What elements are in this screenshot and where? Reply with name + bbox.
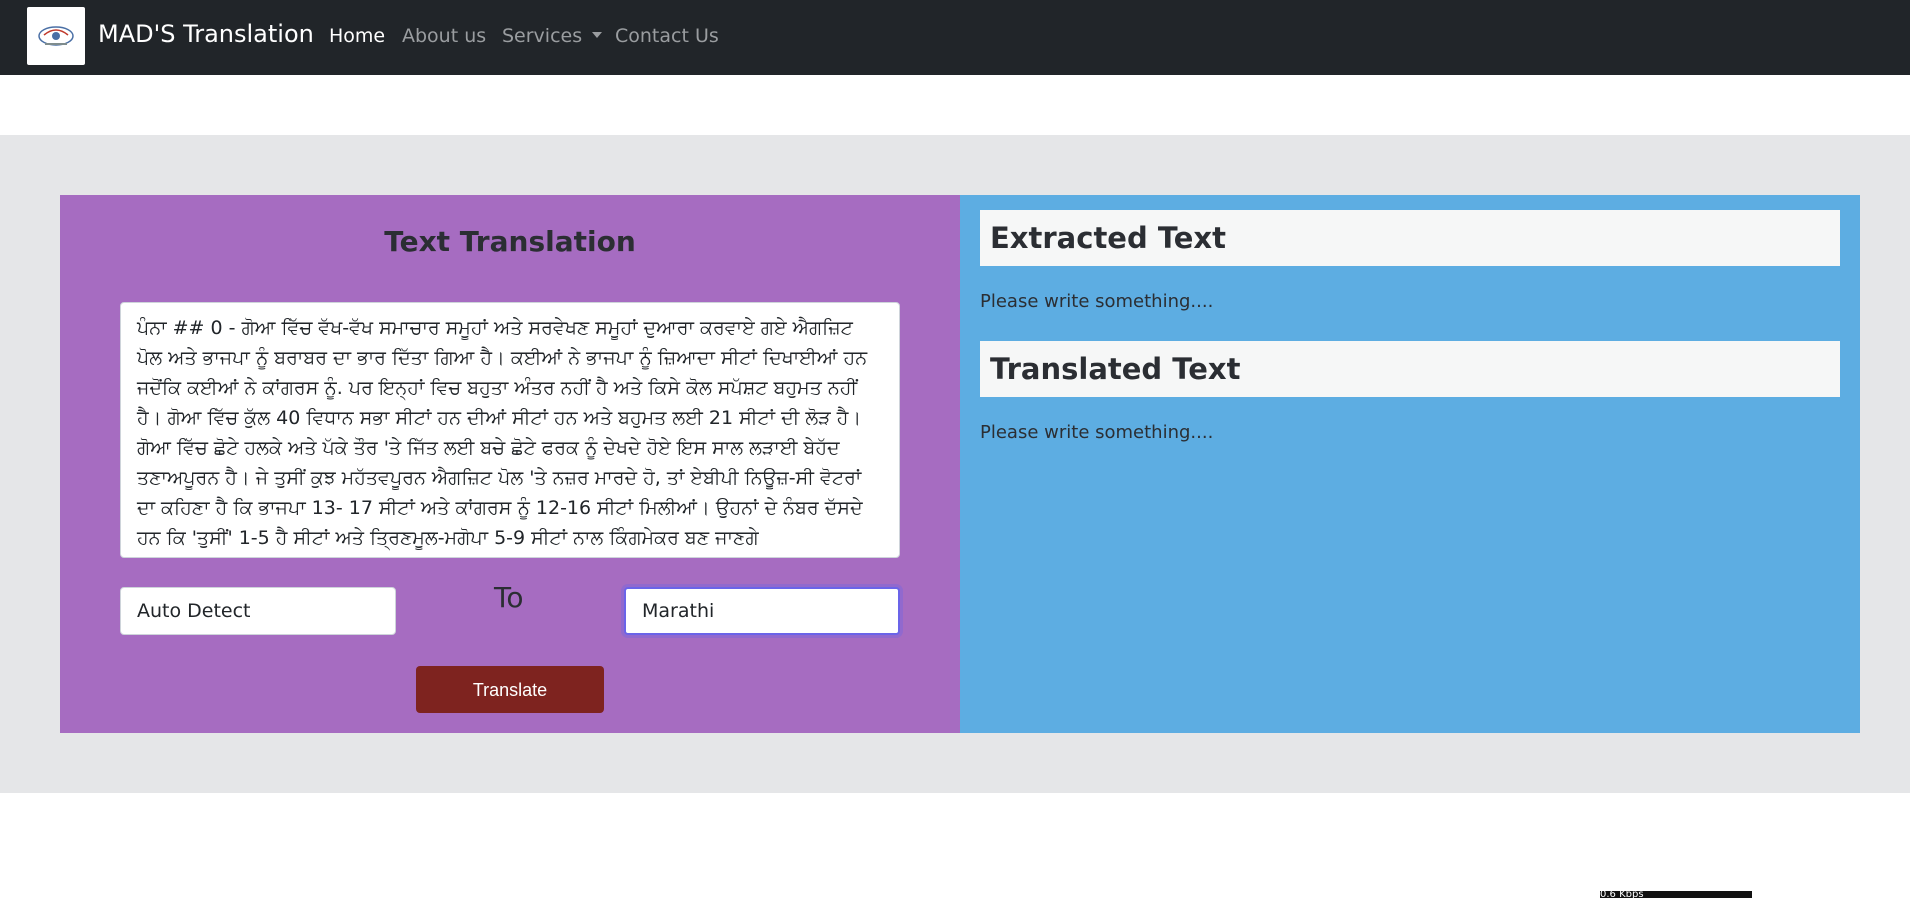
nav-about-us[interactable]: About us (402, 25, 486, 47)
nav-contact-us[interactable]: Contact Us (615, 25, 719, 47)
translated-text-output: Please write something.... (980, 422, 1214, 443)
extracted-text-output: Please write something.... (980, 291, 1214, 312)
from-language-select[interactable]: Auto Detect (120, 587, 396, 635)
to-label: To (494, 581, 524, 614)
top-navbar: MAD'S Translation Home About us Services… (0, 0, 1910, 75)
panel-title: Text Translation (384, 225, 636, 258)
brand-name[interactable]: MAD'S Translation (98, 20, 314, 48)
logo-icon (38, 26, 74, 46)
results-panel: Extracted Text Please write something...… (960, 195, 1860, 733)
nav-services-label: Services (502, 25, 583, 47)
to-language-select[interactable]: Marathi (624, 587, 900, 635)
source-text-input[interactable]: ਪੰਨਾ ## 0 - ਗੋਆ ਵਿੱਚ ਵੱਖ-ਵੱਖ ਸਮਾਚਾਰ ਸਮੂਹ… (120, 302, 900, 558)
extracted-text-heading: Extracted Text (980, 210, 1840, 266)
nav-services[interactable]: Services (502, 25, 603, 47)
network-speed-badge: 0.6 Kbps (1600, 891, 1752, 898)
translation-panel: Text Translation ਪੰਨਾ ## 0 - ਗੋਆ ਵਿੱਚ ਵੱ… (60, 195, 960, 733)
translated-text-heading: Translated Text (980, 341, 1840, 397)
translate-button[interactable]: Translate (416, 666, 604, 713)
caret-down-icon (592, 32, 603, 38)
brand-logo[interactable] (27, 7, 85, 65)
nav-home[interactable]: Home (329, 25, 385, 47)
